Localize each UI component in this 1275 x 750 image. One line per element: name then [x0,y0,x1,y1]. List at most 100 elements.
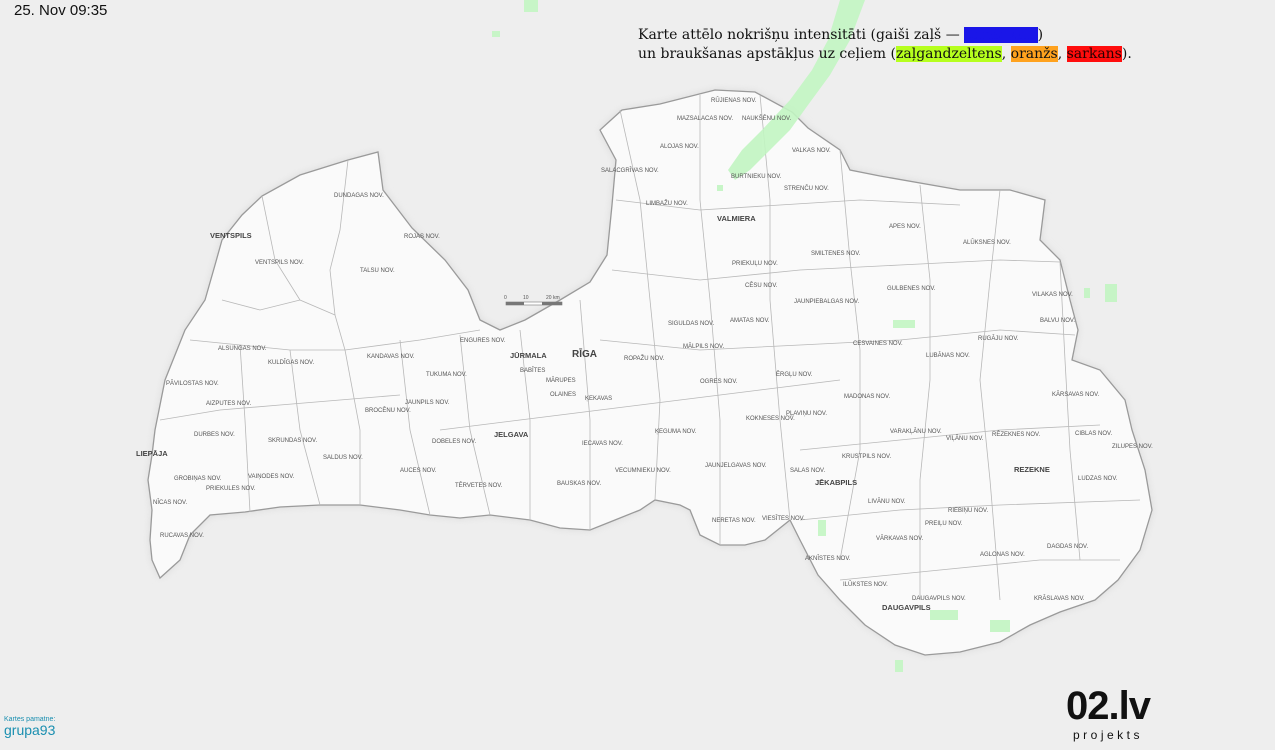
legend-text: , [1057,46,1067,62]
legend-text: — [941,27,965,43]
municipality-label: GROBIŅAS NOV. [174,476,222,482]
municipality-label: MAZSALACAS NOV. [677,116,733,122]
city-label: JŪRMALA [510,351,547,360]
municipality-label: RŪJIENAS NOV. [711,97,757,104]
municipality-label: CĒSU NOV. [745,282,778,289]
municipality-label: MĀLPILS NOV. [683,343,724,350]
city-label: RĪGA [572,348,597,360]
municipality-label: DOBELES NOV. [432,439,476,445]
legend-text: , [1001,46,1011,62]
municipality-label: PRIEKULES NOV. [206,486,256,492]
municipality-label: PĻAVIŅU NOV. [786,411,827,417]
logo-main: 02.lv [1066,684,1151,728]
municipality-label: BABĪTES [520,367,545,374]
municipality-label: BAUSKAS NOV. [557,481,601,487]
legend-line-1: Karte attēlo nokrišņu intensitāti (gaiši… [638,26,1132,45]
municipality-label: STRENČU NOV. [784,185,829,192]
municipality-label: VILAKAS NOV. [1032,292,1073,298]
municipality-label: VALKAS NOV. [792,148,831,154]
map-legend: Karte attēlo nokrišņu intensitāti (gaiši… [638,26,1132,64]
municipality-label: VECUMNIEKU NOV. [615,468,671,474]
city-label: VENTSPILS [210,231,252,240]
map-credit: Kartes pamatne: grupa93 [4,716,55,738]
municipality-label: ROPAŽU NOV. [624,354,665,362]
timestamp: 25. Nov 09:35 [14,2,108,19]
credit-name[interactable]: grupa93 [4,722,55,738]
latvia-map: VENTSPILS LIEPĀJA JŪRMALA RĪGA JELGAVA V… [136,0,1153,672]
municipality-label: AGLONAS NOV. [980,552,1025,558]
municipality-label: AKNĪSTES NOV. [805,555,851,562]
municipality-label: RUGĀJU NOV. [978,335,1019,342]
municipality-label: KĀRSAVAS NOV. [1052,391,1100,398]
municipality-label: LIVĀNU NOV. [868,498,906,505]
municipality-label: IECAVAS NOV. [582,441,623,447]
municipality-label: VARAKĻĀNU NOV. [890,428,942,435]
municipality-label: DAGDAS NOV. [1047,544,1088,550]
municipality-label: VĀRKAVAS NOV. [876,535,924,542]
municipality-label: JAUNPILS NOV. [405,400,450,406]
municipality-label: VIESĪTES NOV. [762,515,805,522]
scale-label: 0 [504,295,507,301]
municipality-label: ĶEKAVAS [585,396,612,402]
municipality-label: RUCAVAS NOV. [160,533,204,539]
municipality-label: JAUNJELGAVAS NOV. [705,463,767,469]
municipality-label: AUCES NOV. [400,468,437,474]
municipality-label: PREIĻU NOV. [925,521,963,527]
legend-text: Karte attēlo nokrišņu intensitāti ( [638,27,876,43]
city-label: VALMIERA [717,214,756,223]
municipality-label: LUBĀNAS NOV. [926,352,970,359]
city-label: DAUGAVPILS [882,603,931,612]
scale-bar: 0 10 20 km [504,295,563,306]
municipality-label: APES NOV. [889,224,921,230]
municipality-label: SIGULDAS NOV. [668,321,714,327]
legend-line-2: un braukšanas apstākļus uz ceļiem (zaļga… [638,45,1132,64]
municipality-label: BURTNIEKU NOV. [731,174,782,180]
municipality-label: LIMBAŽU NOV. [646,199,688,207]
municipality-label: BALVU NOV. [1040,318,1075,324]
municipality-label: CIBLAS NOV. [1075,431,1112,437]
legend-text: ). [1121,46,1132,62]
municipality-label: TUKUMA NOV. [426,372,467,378]
city-label: REZEKNE [1014,465,1050,474]
municipality-label: DAUGAVPILS NOV. [912,596,966,602]
city-label: JĒKABPILS [815,478,857,487]
municipality-label: SALACGRĪVAS NOV. [601,167,659,174]
municipality-label: NĪCAS NOV. [153,499,187,506]
municipality-label: SALAS NOV. [790,468,825,474]
municipality-label: KRUSTPILS NOV. [842,454,891,460]
municipality-label: AIZPUTES NOV. [206,401,251,407]
city-label: JELGAVA [494,430,529,439]
legend-dark-green: tumši zaļš [964,27,1038,43]
scale-label: 10 [523,295,529,301]
scale-label: 20 km [546,295,560,301]
municipality-label: ALŪKSNES NOV. [963,239,1011,246]
municipality-label: ĒRGĻU NOV. [776,371,813,378]
municipality-label: RĒZEKNES NOV. [992,431,1040,438]
municipality-label: SKRUNDAS NOV. [268,438,317,444]
municipality-label: GULBENES NOV. [887,286,936,292]
municipality-label: TALSU NOV. [360,268,395,274]
municipality-label: DURBES NOV. [194,432,235,438]
municipality-label: RIEBIŅU NOV. [948,508,988,514]
municipality-label: VAIŅODES NOV. [248,474,295,480]
latvia-outline [147,89,1153,656]
municipality-label: TĒRVETES NOV. [455,482,503,489]
legend-text: ) [1037,27,1044,43]
municipality-label: OGRES NOV. [700,379,738,385]
municipality-label: ALSUNGAS NOV. [218,346,267,352]
municipality-label: AMATAS NOV. [730,318,770,324]
logo: 02.lv projekts [1066,684,1151,742]
municipality-label: JAUNPIEBALGAS NOV. [794,299,859,305]
municipality-label: PRIEKUĻU NOV. [732,261,778,267]
municipality-label: MĀRUPES [546,377,576,384]
municipality-label: DUNDAGAS NOV. [334,193,384,199]
legend-text: un braukšanas apstākļus uz ceļiem ( [638,46,896,62]
municipality-label: PĀVILOSTAS NOV. [166,380,219,387]
municipality-label: NAUKŠĒNU NOV. [742,115,791,122]
municipality-label: ZILUPES NOV. [1112,444,1153,450]
legend-orange: oranžs [1010,46,1058,62]
municipality-label: ROJAS NOV. [404,234,440,240]
municipality-label: MADONAS NOV. [844,394,890,400]
legend-light-green: gaiši zaļš [875,27,942,43]
municipality-label: NERETAS NOV. [712,518,756,524]
